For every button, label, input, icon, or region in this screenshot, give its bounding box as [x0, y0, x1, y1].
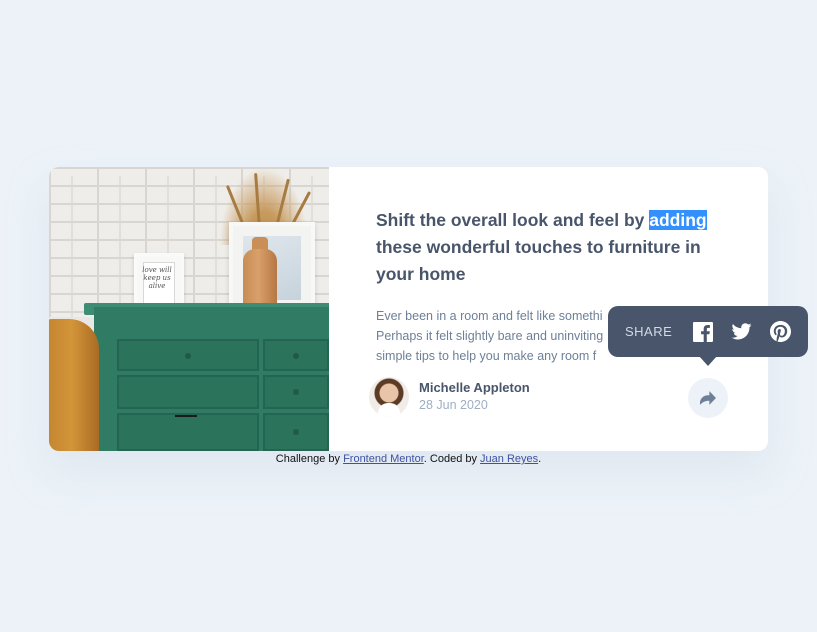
mustard-chair — [49, 319, 99, 451]
page: love will keep us alive Shift the overal… — [0, 0, 817, 632]
share-tooltip: SHARE — [608, 306, 808, 366]
attribution: Challenge by Frontend Mentor. Coded by J… — [275, 453, 542, 465]
frontend-mentor-link[interactable]: Frontend Mentor — [343, 453, 424, 465]
share-button[interactable] — [688, 378, 728, 418]
avatar — [369, 377, 409, 417]
article-title: Shift the overall look and feel by addin… — [376, 210, 707, 284]
facebook-icon — [693, 321, 714, 342]
twitter-icon — [731, 323, 752, 340]
facebook-link[interactable] — [693, 321, 714, 343]
publish-date: 28 Jun 2020 — [419, 398, 488, 412]
article-image: love will keep us alive — [49, 167, 329, 451]
frame-script-text: love will keep us alive — [142, 266, 172, 290]
share-label: SHARE — [625, 324, 673, 339]
share-icon — [700, 391, 716, 405]
pinterest-link[interactable] — [770, 321, 792, 343]
description-line: Ever been in a room and felt like someth… — [376, 309, 603, 323]
author-info: Michelle Appleton 28 Jun 2020 — [369, 377, 530, 417]
description-line: Perhaps it felt slightly bare and uninvi… — [376, 329, 604, 343]
selected-text: adding — [649, 210, 707, 230]
twitter-link[interactable] — [731, 321, 752, 343]
author-name: Michelle Appleton — [419, 380, 530, 395]
author-link[interactable]: Juan Reyes — [480, 453, 538, 465]
pinterest-icon — [770, 321, 792, 342]
description-line: simple tips to help you make any room f — [376, 349, 597, 363]
